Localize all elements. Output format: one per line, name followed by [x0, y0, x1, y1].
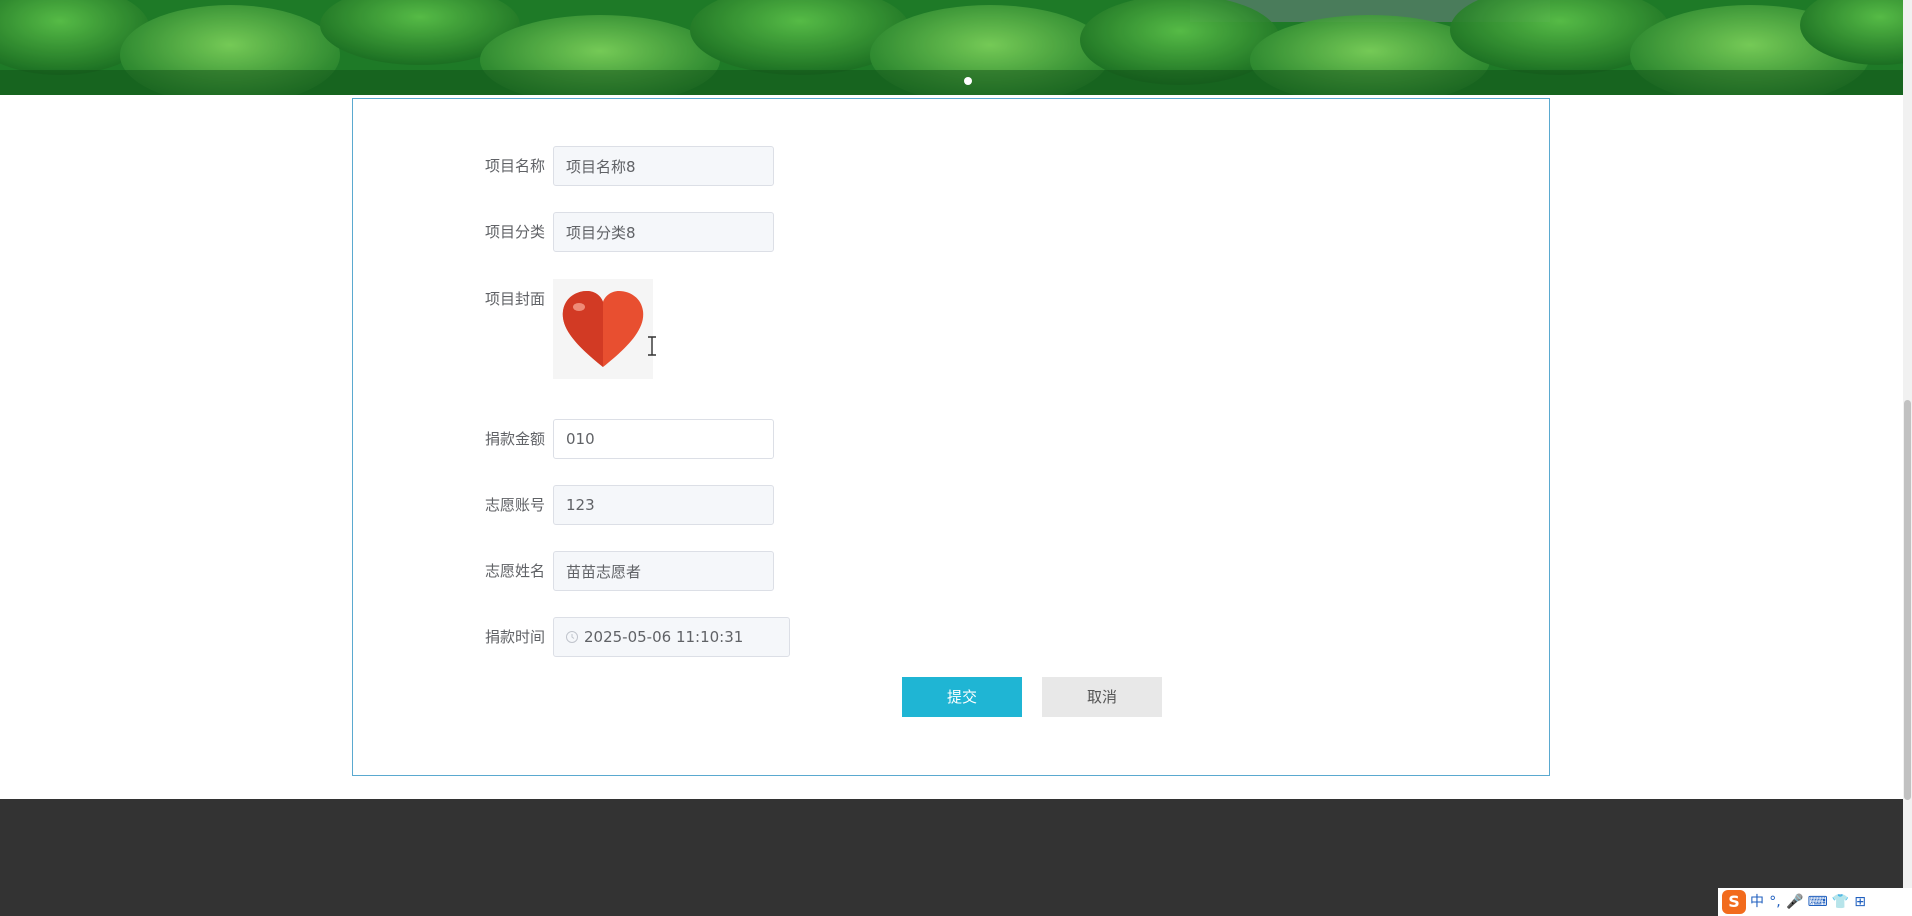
donation-amount-row: 捐款金额	[353, 419, 1549, 459]
text-cursor-icon	[648, 336, 656, 356]
project-name-input[interactable]	[553, 146, 774, 186]
vertical-scrollbar[interactable]	[1903, 0, 1912, 916]
volunteer-account-input[interactable]	[553, 485, 774, 525]
ime-skin-icon[interactable]: 👕	[1832, 890, 1849, 914]
scrollbar-thumb[interactable]	[1904, 400, 1911, 800]
volunteer-account-row: 志愿账号	[353, 485, 1549, 525]
volunteer-name-row: 志愿姓名	[353, 551, 1549, 591]
volunteer-account-label: 志愿账号	[484, 496, 545, 514]
ime-toolbox-icon[interactable]: ⊞	[1853, 890, 1867, 914]
heart-icon	[562, 291, 644, 367]
donation-form: 项目名称 项目分类 项目封面 捐款金额 志愿账号	[352, 98, 1550, 776]
page: 项目名称 项目分类 项目封面 捐款金额 志愿账号	[0, 0, 1912, 916]
submit-button[interactable]: 提交	[902, 677, 1022, 717]
clock-icon	[566, 631, 578, 643]
project-category-label: 项目分类	[484, 223, 545, 241]
donation-amount-label: 捐款金额	[484, 430, 545, 448]
donation-time-row: 捐款时间	[353, 617, 1549, 657]
ime-toolbar: S 中 °, 🎤 ⌨ 👕 ⊞	[1718, 888, 1912, 916]
ime-punctuation-icon[interactable]: °,	[1768, 890, 1782, 914]
project-category-input[interactable]	[553, 212, 774, 252]
project-name-label: 项目名称	[484, 157, 545, 175]
carousel-indicator-dot[interactable]	[964, 77, 972, 85]
project-category-row: 项目分类	[353, 212, 1549, 252]
ime-microphone-icon[interactable]: 🎤	[1786, 890, 1803, 914]
project-cover-row: 项目封面	[353, 279, 1549, 379]
project-cover-image[interactable]	[553, 279, 653, 379]
project-cover-label: 项目封面	[484, 290, 545, 308]
volunteer-name-label: 志愿姓名	[484, 562, 545, 580]
cancel-button[interactable]: 取消	[1042, 677, 1162, 717]
page-footer	[0, 799, 1903, 916]
ime-chinese-mode[interactable]: 中	[1750, 890, 1764, 914]
forest-banner	[0, 0, 1903, 95]
sogou-ime-logo-icon[interactable]: S	[1722, 890, 1746, 914]
project-name-row: 项目名称	[353, 146, 1549, 186]
donation-amount-input[interactable]	[553, 419, 774, 459]
donation-time-input[interactable]	[553, 617, 790, 657]
ime-keyboard-icon[interactable]: ⌨	[1807, 890, 1827, 914]
donation-time-label: 捐款时间	[484, 628, 545, 646]
forest-banner-image	[0, 0, 1903, 95]
volunteer-name-input[interactable]	[553, 551, 774, 591]
